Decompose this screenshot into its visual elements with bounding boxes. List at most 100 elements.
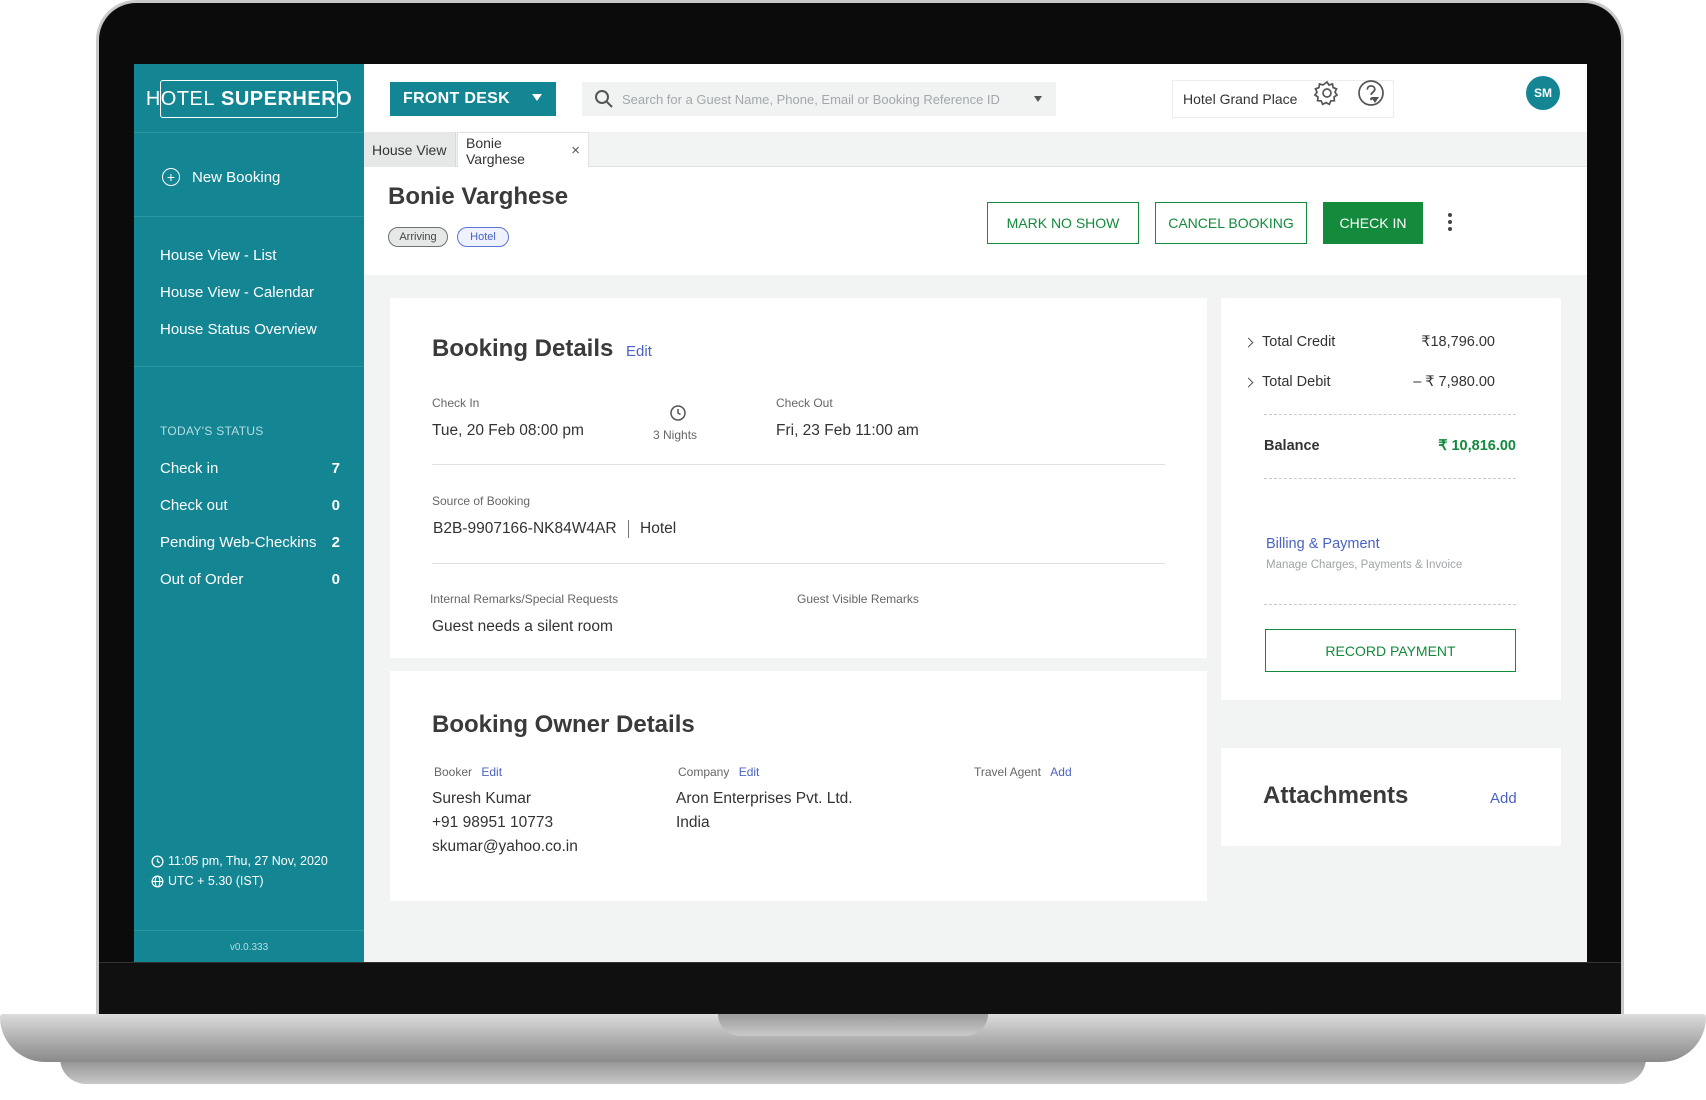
- booker-email: skumar@yahoo.co.in: [432, 838, 578, 855]
- tab-bonie-varghese[interactable]: Bonie Varghese ×: [457, 132, 589, 168]
- attachments-title: Attachments: [1263, 782, 1409, 809]
- check-in-label: Check In: [432, 396, 480, 410]
- timezone-text: UTC + 5.30 (IST): [168, 874, 264, 888]
- status-label: Check out: [160, 497, 228, 514]
- separator: [628, 520, 629, 538]
- datetime-text: 11:05 pm, Thu, 27 Nov, 2020: [168, 854, 328, 868]
- laptop-notch: [718, 1014, 988, 1036]
- booker-label-text: Booker: [434, 765, 473, 779]
- booking-source-type: Hotel: [640, 520, 677, 537]
- sidebar-divider: [134, 216, 364, 217]
- status-label: Pending Web-Checkins: [160, 534, 317, 551]
- check-out-value: Fri, 23 Feb 11:00 am: [776, 422, 919, 439]
- balance-row: Balance ₹ 10,816.00: [1264, 438, 1516, 454]
- billing-payment-link[interactable]: Billing & Payment: [1266, 536, 1380, 552]
- mark-no-show-button[interactable]: MARK NO SHOW: [987, 202, 1139, 244]
- status-out-of-order[interactable]: Out of Order 0: [160, 571, 340, 588]
- edit-company-link[interactable]: Edit: [739, 765, 760, 779]
- divider: [1264, 604, 1516, 605]
- company-country: India: [676, 814, 710, 831]
- laptop-bezel: [99, 962, 1621, 1018]
- status-count: 0: [331, 571, 340, 588]
- help-icon[interactable]: [1356, 78, 1386, 108]
- close-icon[interactable]: ×: [571, 142, 580, 159]
- add-travel-agent-link[interactable]: Add: [1050, 765, 1071, 779]
- nav-house-view-list[interactable]: House View - List: [160, 247, 276, 264]
- avatar[interactable]: SM: [1526, 76, 1560, 110]
- clock-icon: [151, 854, 164, 868]
- page-title: Bonie Varghese: [388, 183, 569, 210]
- tab-label: House View: [372, 141, 447, 158]
- check-in-button[interactable]: CHECK IN: [1323, 202, 1423, 244]
- payment-summary-card: Total Credit ₹18,796.00 Total Debit – ₹ …: [1221, 298, 1561, 700]
- total-credit-value: ₹18,796.00: [1421, 334, 1495, 350]
- caret-down-icon: [532, 94, 542, 101]
- cancel-booking-button[interactable]: CANCEL BOOKING: [1155, 202, 1307, 244]
- timezone-row: UTC + 5.30 (IST): [151, 874, 264, 888]
- internal-remarks-label: Internal Remarks/Special Requests: [430, 592, 619, 606]
- status-count: 0: [331, 497, 340, 514]
- edit-booker-link[interactable]: Edit: [481, 765, 502, 779]
- total-debit-label: Total Debit: [1262, 374, 1331, 390]
- check-out-label: Check Out: [776, 396, 833, 410]
- datetime-row: 11:05 pm, Thu, 27 Nov, 2020: [151, 854, 328, 868]
- version-label: v0.0.333: [229, 942, 269, 953]
- new-booking-button[interactable]: + New Booking: [162, 168, 280, 186]
- edit-booking-link[interactable]: Edit: [626, 343, 652, 360]
- booker-phone: +91 98951 10773: [432, 814, 554, 831]
- internal-remarks-value: Guest needs a silent room: [432, 618, 613, 635]
- status-label: Out of Order: [160, 571, 244, 588]
- gear-icon[interactable]: [1312, 78, 1342, 108]
- total-credit-row[interactable]: Total Credit ₹18,796.00: [1243, 334, 1495, 350]
- guest-search[interactable]: [582, 82, 1056, 116]
- total-debit-value: – ₹ 7,980.00: [1413, 374, 1495, 390]
- booking-details-card: Booking Details Edit Check In Tue, 20 Fe…: [390, 298, 1207, 658]
- caret-down-icon[interactable]: [1034, 96, 1042, 102]
- divider: [432, 464, 1165, 465]
- booker-label: Booker Edit: [434, 765, 502, 779]
- nav-house-view-calendar[interactable]: House View - Calendar: [160, 284, 314, 301]
- status-count: 2: [331, 534, 340, 551]
- status-pending-web-checkins[interactable]: Pending Web-Checkins 2: [160, 534, 340, 551]
- status-check-out[interactable]: Check out 0: [160, 497, 340, 514]
- status-heading: TODAY'S STATUS: [160, 424, 264, 438]
- record-payment-button[interactable]: RECORD PAYMENT: [1265, 629, 1516, 672]
- total-debit-row[interactable]: Total Debit – ₹ 7,980.00: [1243, 374, 1495, 390]
- tab-house-view[interactable]: House View: [364, 132, 456, 167]
- guest-remarks-label: Guest Visible Remarks: [797, 592, 919, 606]
- card-title-text: Booking Details: [432, 335, 614, 362]
- nav-house-status-overview[interactable]: House Status Overview: [160, 321, 317, 338]
- billing-subtitle: Manage Charges, Payments & Invoice: [1266, 559, 1463, 571]
- search-icon: [595, 90, 613, 108]
- more-options-icon[interactable]: [1444, 211, 1456, 235]
- guest-header: Bonie Varghese Arriving Hotel MARK NO SH…: [364, 167, 1587, 275]
- new-booking-label: New Booking: [192, 168, 281, 186]
- travel-agent-label: Travel Agent Add: [974, 765, 1072, 779]
- chevron-right-icon: [1243, 377, 1254, 387]
- status-check-in[interactable]: Check in 7: [160, 460, 340, 477]
- status-count: 7: [331, 460, 340, 477]
- hotel-select-value: Hotel Grand Place: [1183, 91, 1298, 107]
- balance-value: ₹ 10,816.00: [1438, 438, 1516, 454]
- total-credit-label: Total Credit: [1262, 334, 1336, 350]
- balance-label: Balance: [1264, 438, 1320, 454]
- company-name: Aron Enterprises Pvt. Ltd.: [676, 790, 853, 807]
- front-desk-dropdown[interactable]: FRONT DESK: [390, 82, 556, 116]
- travel-agent-label-text: Travel Agent: [974, 765, 1041, 779]
- owner-details-card: Booking Owner Details Booker Edit Suresh…: [390, 671, 1207, 901]
- check-in-value: Tue, 20 Feb 08:00 pm: [432, 422, 584, 439]
- tab-bar: House View Bonie Varghese ×: [364, 132, 1587, 168]
- sidebar-divider: [134, 132, 364, 133]
- booking-reference: B2B-9907166-NK84W4AR: [433, 520, 617, 537]
- company-label-text: Company: [678, 765, 730, 779]
- status-label: Check in: [160, 460, 219, 477]
- search-input[interactable]: [622, 91, 1022, 107]
- add-attachment-link[interactable]: Add: [1490, 790, 1517, 807]
- divider: [1264, 414, 1516, 415]
- logo[interactable]: HOTEL SUPERHERO: [146, 80, 352, 118]
- company-label: Company Edit: [678, 765, 759, 779]
- status-badge: Arriving: [388, 227, 448, 247]
- clock-icon: [670, 405, 686, 421]
- sidebar-divider: [134, 366, 364, 367]
- sidebar: HOTEL SUPERHERO + New Booking House View…: [134, 64, 364, 962]
